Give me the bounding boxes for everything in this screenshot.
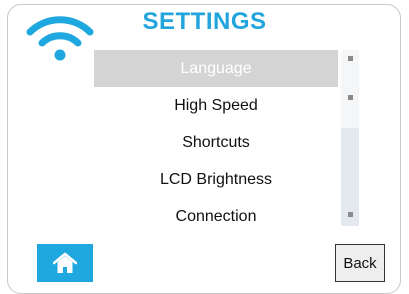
menu-item-lcd-brightness[interactable]: LCD Brightness [94, 161, 338, 198]
page-title: SETTINGS [142, 8, 267, 35]
scrollbar-thumb[interactable] [341, 50, 359, 128]
scroll-position-marker [348, 95, 353, 100]
settings-menu: Language High Speed Shortcuts LCD Bright… [94, 50, 338, 235]
back-button[interactable]: Back [335, 244, 385, 282]
scroll-down-marker [348, 212, 353, 217]
scroll-up-marker [348, 56, 353, 61]
home-icon [53, 252, 77, 273]
menu-item-shortcuts[interactable]: Shortcuts [94, 124, 338, 161]
menu-scrollbar[interactable] [341, 50, 359, 226]
home-button[interactable] [37, 244, 93, 282]
menu-item-high-speed[interactable]: High Speed [94, 87, 338, 124]
menu-item-connection[interactable]: Connection [94, 198, 338, 235]
menu-item-language[interactable]: Language [94, 50, 338, 87]
